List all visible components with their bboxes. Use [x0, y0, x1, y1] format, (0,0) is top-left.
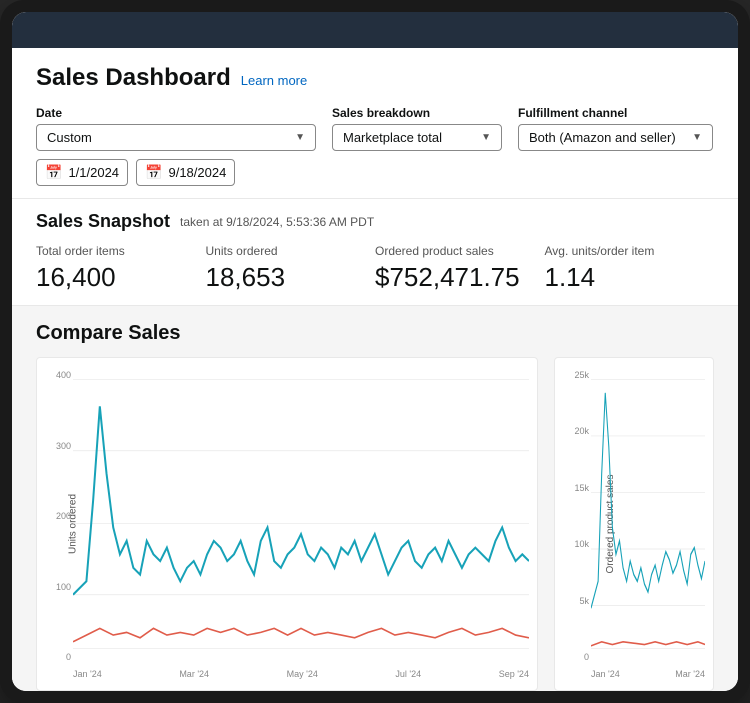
chart1-y-300: 300: [43, 441, 71, 451]
chart1-x-jan: Jan '24: [73, 669, 102, 679]
chart2-coral-line: [591, 642, 705, 646]
snapshot-timestamp: taken at 9/18/2024, 5:53:36 AM PDT: [180, 215, 374, 229]
chart1-y-axis: 400 300 200 100 0: [43, 370, 71, 662]
chart2-x-jan: Jan '24: [591, 669, 620, 679]
date-from-value: 1/1/2024: [68, 165, 119, 180]
metric-total-order-items-label: Total order items: [36, 244, 190, 258]
chart1-svg: [73, 366, 529, 662]
chart1-y-100: 100: [43, 582, 71, 592]
fulfillment-select[interactable]: Both (Amazon and seller) ▼: [518, 124, 713, 151]
filters-row: Date Custom ▼ Sales breakdown Marketplac…: [36, 106, 714, 151]
metric-units-ordered: Units ordered 18,653: [206, 244, 376, 293]
chart2-y-20k: 20k: [561, 426, 589, 436]
date-inputs-row: 📅 1/1/2024 📅 9/18/2024: [36, 159, 714, 186]
header-section: Sales Dashboard Learn more Date Custom ▼…: [12, 48, 738, 199]
date-to-input[interactable]: 📅 9/18/2024: [136, 159, 235, 186]
chart2-svg: [591, 366, 705, 662]
chart2-x-axis: Jan '24 Mar '24: [591, 667, 705, 679]
chart1-y-200: 200: [43, 511, 71, 521]
calendar-to-icon: 📅: [145, 164, 162, 181]
chart2-teal-line: [591, 393, 705, 608]
chart1-x-may: May '24: [287, 669, 318, 679]
date-from-input[interactable]: 📅 1/1/2024: [36, 159, 128, 186]
metric-units-ordered-value: 18,653: [206, 262, 360, 293]
fulfillment-value: Both (Amazon and seller): [529, 130, 676, 145]
snapshot-title: Sales Snapshot: [36, 211, 170, 232]
compare-section: Compare Sales Units ordered 400 300 200 …: [12, 306, 738, 691]
sales-breakdown-select[interactable]: Marketplace total ▼: [332, 124, 502, 151]
chart2-x-mar: Mar '24: [675, 669, 705, 679]
compare-title: Compare Sales: [36, 322, 714, 345]
metric-ordered-product-sales-value: $752,471.75: [375, 262, 529, 293]
snapshot-title-row: Sales Snapshot taken at 9/18/2024, 5:53:…: [36, 211, 714, 232]
page-title-row: Sales Dashboard Learn more: [36, 64, 714, 92]
snapshot-section: Sales Snapshot taken at 9/18/2024, 5:53:…: [12, 199, 738, 306]
chart2-y-0: 0: [561, 652, 589, 662]
chart1-inner: 400 300 200 100 0: [73, 366, 529, 682]
chart-product-sales: Ordered product sales 25k 20k 15k 10k 5k…: [554, 357, 714, 691]
date-filter-select[interactable]: Custom ▼: [36, 124, 316, 151]
chart1-y-0: 0: [43, 652, 71, 662]
chart-units-ordered: Units ordered 400 300 200 100 0: [36, 357, 538, 691]
chart1-x-jul: Jul '24: [395, 669, 421, 679]
page-title: Sales Dashboard: [36, 64, 231, 92]
sales-breakdown-chevron-icon: ▼: [481, 132, 491, 143]
metric-units-ordered-label: Units ordered: [206, 244, 360, 258]
sales-breakdown-label: Sales breakdown: [332, 106, 502, 120]
chart1-coral-line: [73, 628, 529, 641]
screen: Sales Dashboard Learn more Date Custom ▼…: [12, 12, 738, 691]
metric-total-order-items: Total order items 16,400: [36, 244, 206, 293]
sales-breakdown-value: Marketplace total: [343, 130, 442, 145]
main-content: Sales Dashboard Learn more Date Custom ▼…: [12, 48, 738, 691]
fulfillment-chevron-icon: ▼: [692, 132, 702, 143]
chart2-y-15k: 15k: [561, 483, 589, 493]
metric-avg-units: Avg. units/order item 1.14: [545, 244, 715, 293]
metric-ordered-product-sales-label: Ordered product sales: [375, 244, 529, 258]
top-bar: [12, 12, 738, 48]
learn-more-link[interactable]: Learn more: [241, 73, 307, 88]
metric-avg-units-value: 1.14: [545, 262, 699, 293]
chart2-y-10k: 10k: [561, 539, 589, 549]
calendar-from-icon: 📅: [45, 164, 62, 181]
chart1-x-mar: Mar '24: [179, 669, 209, 679]
device-frame: Sales Dashboard Learn more Date Custom ▼…: [0, 0, 750, 703]
metric-ordered-product-sales: Ordered product sales $752,471.75: [375, 244, 545, 293]
metric-total-order-items-value: 16,400: [36, 262, 190, 293]
date-filter-group: Date Custom ▼: [36, 106, 316, 151]
chart2-inner: 25k 20k 15k 10k 5k 0: [591, 366, 705, 682]
chart2-y-axis: 25k 20k 15k 10k 5k 0: [561, 370, 589, 662]
chart1-x-sep: Sep '24: [499, 669, 529, 679]
charts-row: Units ordered 400 300 200 100 0: [36, 357, 714, 691]
chart2-y-5k: 5k: [561, 596, 589, 606]
chart1-y-400: 400: [43, 370, 71, 380]
fulfillment-label: Fulfillment channel: [518, 106, 713, 120]
chart1-teal-line: [73, 406, 529, 594]
date-filter-label: Date: [36, 106, 316, 120]
sales-breakdown-filter-group: Sales breakdown Marketplace total ▼: [332, 106, 502, 151]
date-to-value: 9/18/2024: [168, 165, 226, 180]
metric-avg-units-label: Avg. units/order item: [545, 244, 699, 258]
date-filter-value: Custom: [47, 130, 92, 145]
date-chevron-icon: ▼: [295, 132, 305, 143]
chart2-y-25k: 25k: [561, 370, 589, 380]
metrics-row: Total order items 16,400 Units ordered 1…: [36, 244, 714, 293]
chart1-x-axis: Jan '24 Mar '24 May '24 Jul '24 Sep '24: [73, 667, 529, 679]
fulfillment-filter-group: Fulfillment channel Both (Amazon and sel…: [518, 106, 713, 151]
